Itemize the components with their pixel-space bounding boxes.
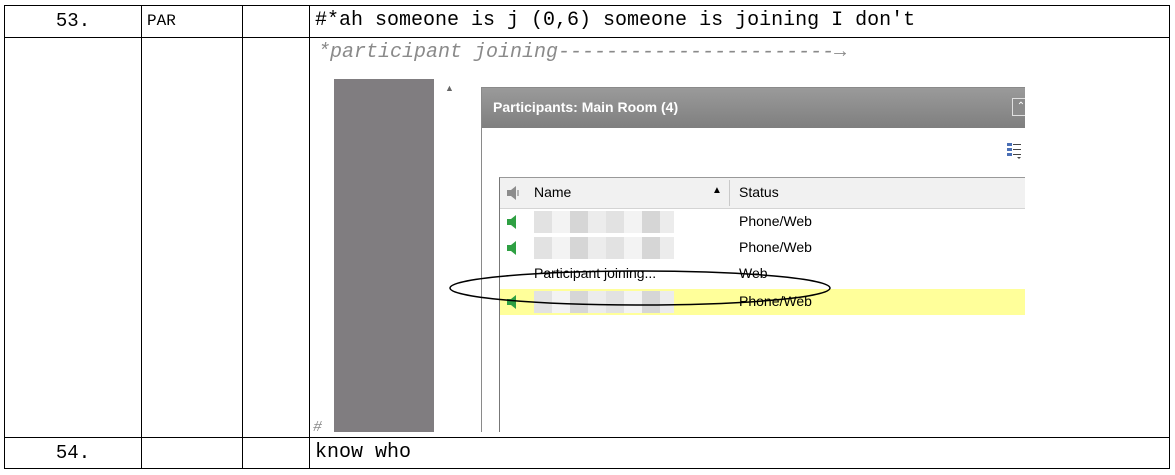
gray-side-bar bbox=[334, 79, 434, 432]
speaker-icon bbox=[507, 186, 519, 200]
participants-panel: Participants: Main Room (4) ⌃ Name ▲ Sta… bbox=[481, 87, 1025, 432]
transcript-row-53: 53. PAR #*ah someone is j (0,6) someone … bbox=[4, 5, 1170, 38]
line-number: 53. bbox=[4, 5, 142, 38]
sort-ascending-icon[interactable]: ▲ bbox=[712, 185, 722, 196]
screenshot-cell: *participant joining--------------------… bbox=[309, 37, 1170, 438]
panel-title-bar: Participants: Main Room (4) ⌃ bbox=[482, 88, 1025, 128]
empty-cell bbox=[242, 37, 310, 438]
column-header-status[interactable]: Status bbox=[739, 184, 779, 200]
column-divider[interactable] bbox=[729, 180, 730, 206]
blurred-name bbox=[534, 211, 674, 233]
empty-cell bbox=[242, 5, 310, 38]
collapse-button[interactable]: ⌃ bbox=[1012, 98, 1025, 116]
list-layout-icon[interactable] bbox=[1006, 142, 1022, 160]
scroll-up-icon[interactable]: ▲ bbox=[445, 83, 454, 93]
line-number: 54. bbox=[4, 437, 142, 469]
speaker-icon bbox=[507, 241, 516, 255]
participant-row[interactable]: Phone/Web bbox=[500, 235, 1025, 261]
participant-row[interactable]: Phone/Web bbox=[500, 209, 1025, 235]
empty-cell bbox=[4, 37, 142, 438]
column-header-name[interactable]: Name bbox=[534, 184, 571, 200]
empty-cell bbox=[242, 437, 310, 469]
empty-cell bbox=[141, 37, 243, 438]
participant-status: Phone/Web bbox=[739, 213, 812, 229]
transcript-row-54: 54. know who bbox=[4, 437, 1170, 469]
embedded-screenshot: ▲ Participants: Main Room (4) ⌃ Name ▲ S… bbox=[334, 79, 1025, 432]
speaker-code: PAR bbox=[141, 5, 243, 38]
transcript-row-screenshot: *participant joining--------------------… bbox=[4, 37, 1170, 438]
participant-status: Phone/Web bbox=[739, 239, 812, 255]
collapse-icon: ⌃ bbox=[1016, 101, 1025, 112]
blurred-name bbox=[534, 237, 674, 259]
utterance-text: know who bbox=[309, 437, 1170, 469]
panel-title: Participants: Main Room (4) bbox=[493, 99, 679, 115]
speaker-code bbox=[141, 437, 243, 469]
list-header: Name ▲ Status bbox=[500, 178, 1025, 209]
annotation-text: *participant joining--------------------… bbox=[318, 41, 847, 64]
transcript-table: 53. PAR #*ah someone is j (0,6) someone … bbox=[4, 5, 1170, 469]
end-marker: # bbox=[313, 419, 323, 436]
annotation-ellipse bbox=[449, 270, 831, 306]
speaker-icon bbox=[507, 215, 516, 229]
utterance-text: #*ah someone is j (0,6) someone is joini… bbox=[309, 5, 1170, 38]
